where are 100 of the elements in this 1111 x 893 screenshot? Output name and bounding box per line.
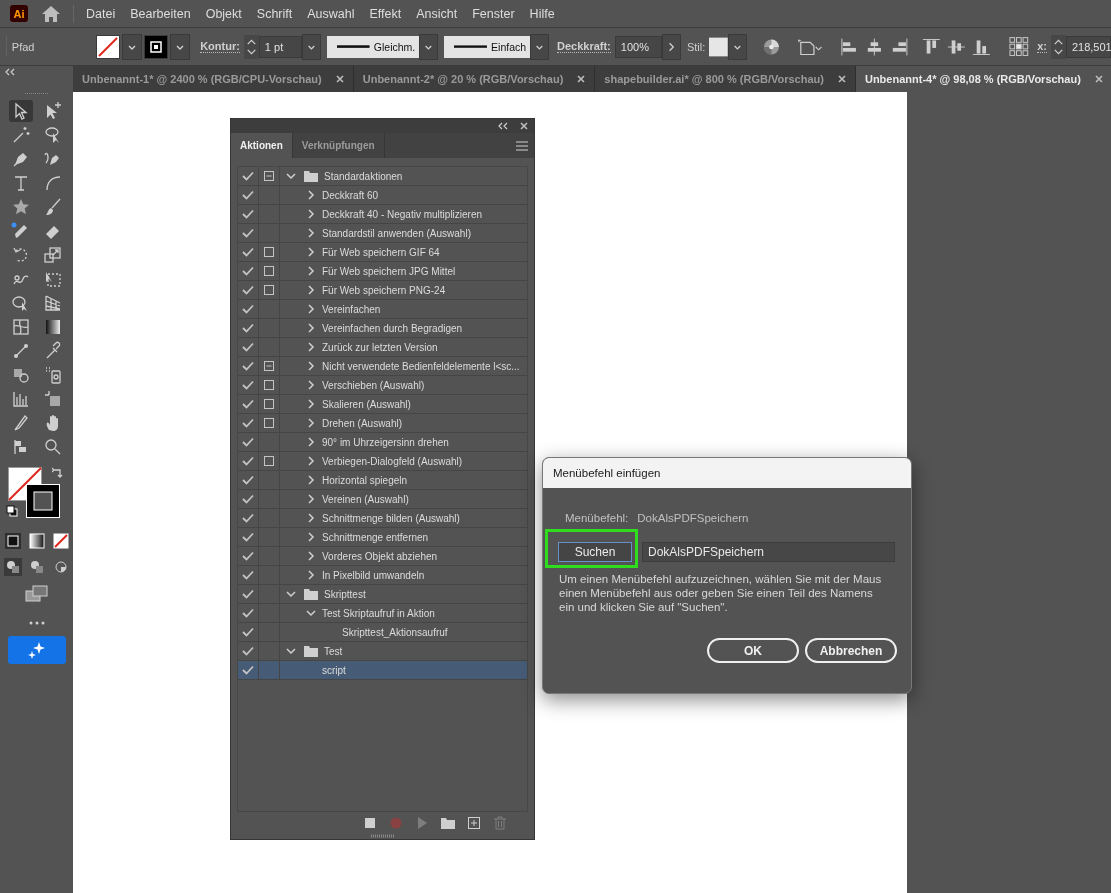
- chevron-right-icon[interactable]: [306, 361, 316, 371]
- folder-icon[interactable]: [441, 816, 455, 830]
- checkmark-icon[interactable]: [242, 532, 254, 542]
- checkmark-icon[interactable]: [242, 437, 254, 447]
- chevron-right-icon[interactable]: [306, 532, 316, 542]
- default-colors-icon[interactable]: [5, 505, 18, 517]
- ok-button[interactable]: OK: [707, 638, 799, 663]
- checkmark-icon[interactable]: [242, 627, 254, 637]
- stop-icon[interactable]: [363, 816, 377, 830]
- search-button[interactable]: Suchen: [558, 542, 632, 562]
- chevron-down-icon[interactable]: [286, 589, 296, 599]
- menu-item[interactable]: Schrift: [256, 6, 293, 21]
- x-label[interactable]: x:: [1037, 40, 1047, 53]
- chevron-right-icon[interactable]: [306, 228, 316, 238]
- action-row[interactable]: Schnittmenge bilden (Auswahl): [238, 509, 527, 528]
- chevron-right-icon[interactable]: [306, 475, 316, 485]
- action-row[interactable]: Für Web speichern JPG Mittel: [238, 262, 527, 281]
- caret-icon[interactable]: [419, 33, 439, 60]
- chevron-right-icon[interactable]: [306, 190, 316, 200]
- checkmark-icon[interactable]: [242, 266, 254, 276]
- action-row[interactable]: Skalieren (Auswahl): [238, 395, 527, 414]
- action-row[interactable]: In Pixelbild umwandeln: [238, 566, 527, 585]
- close-icon[interactable]: [577, 75, 586, 83]
- stroke-swatch[interactable]: [144, 34, 169, 59]
- menu-icon[interactable]: [516, 140, 528, 151]
- checkmark-icon[interactable]: [242, 456, 254, 466]
- checkmark-icon[interactable]: [242, 361, 254, 371]
- chevron-right-icon[interactable]: [306, 437, 316, 447]
- checkmark-icon[interactable]: [242, 399, 254, 409]
- close-icon[interactable]: [520, 122, 528, 130]
- chevron-right-icon[interactable]: [306, 456, 316, 466]
- action-row[interactable]: 90° im Uhrzeigersinn drehen: [238, 433, 527, 452]
- checkmark-icon[interactable]: [242, 209, 254, 219]
- collapse-icon[interactable]: [5, 68, 15, 76]
- home-icon[interactable]: [41, 4, 61, 23]
- checkmark-icon[interactable]: [242, 551, 254, 561]
- close-icon[interactable]: [1094, 75, 1103, 83]
- checkmark-icon[interactable]: [242, 665, 254, 675]
- reference-point-icon[interactable]: [1008, 35, 1030, 58]
- chevron-right-icon[interactable]: [306, 494, 316, 504]
- chevron-right-icon[interactable]: [662, 33, 681, 60]
- color-wheel-icon[interactable]: [762, 37, 780, 56]
- chevron-right-icon[interactable]: [306, 513, 316, 523]
- dialog-toggle-icon[interactable]: [264, 399, 274, 409]
- chevron-right-icon[interactable]: [306, 570, 316, 580]
- action-row[interactable]: Vereinen (Auswahl): [238, 490, 527, 509]
- style-swatch[interactable]: [709, 36, 729, 57]
- action-row[interactable]: Zurück zur letzten Version: [238, 338, 527, 357]
- collapse-icon[interactable]: [498, 122, 508, 130]
- checkmark-icon[interactable]: [242, 418, 254, 428]
- stroke-label[interactable]: Kontur:: [200, 40, 240, 53]
- swap-arrow-icon[interactable]: [51, 467, 64, 479]
- checkmark-icon[interactable]: [242, 285, 254, 295]
- document-tab[interactable]: Unbenannt-4* @ 98,08 % (RGB/Vorschau): [855, 66, 1111, 92]
- more-icon[interactable]: [28, 621, 45, 625]
- dialog-toggle-icon[interactable]: [264, 266, 274, 276]
- menu-item[interactable]: Bearbeiten: [130, 6, 191, 21]
- dialog-toggle-icon[interactable]: [264, 171, 274, 181]
- align-top-icon[interactable]: [922, 36, 942, 57]
- dialog-toggle-icon[interactable]: [264, 361, 274, 371]
- checkmark-icon[interactable]: [242, 513, 254, 523]
- action-row[interactable]: Test Skriptaufruf in Aktion: [238, 604, 527, 623]
- chevron-right-icon[interactable]: [306, 209, 316, 219]
- caret-icon[interactable]: [728, 33, 747, 60]
- resize-grip-icon[interactable]: [370, 834, 395, 838]
- action-row[interactable]: Horizontal spiegeln: [238, 471, 527, 490]
- menu-item[interactable]: Fenster: [472, 6, 515, 21]
- panel-tab[interactable]: Aktionen: [231, 133, 293, 158]
- cancel-button[interactable]: Abbrechen: [805, 638, 897, 663]
- checkmark-icon[interactable]: [242, 342, 254, 352]
- chevron-right-icon[interactable]: [306, 551, 316, 561]
- menu-item[interactable]: Hilfe: [529, 6, 555, 21]
- checkmark-icon[interactable]: [242, 570, 254, 580]
- checkmark-icon[interactable]: [242, 608, 254, 618]
- checkmark-icon[interactable]: [242, 228, 254, 238]
- chevron-right-icon[interactable]: [306, 266, 316, 276]
- checkmark-icon[interactable]: [242, 247, 254, 257]
- gradient-icon[interactable]: [26, 531, 47, 551]
- checkmark-icon[interactable]: [242, 304, 254, 314]
- brush-dropdown[interactable]: Einfach: [444, 35, 531, 58]
- action-row[interactable]: Vereinfachen durch Begradigen: [238, 319, 527, 338]
- stroke-profile-dropdown[interactable]: Gleichm.: [327, 35, 420, 58]
- stroke-weight-field[interactable]: 1 pt: [258, 35, 303, 58]
- action-row[interactable]: Verschieben (Auswahl): [238, 376, 527, 395]
- chevron-right-icon[interactable]: [306, 323, 316, 333]
- opacity-field[interactable]: 100%: [614, 35, 663, 58]
- caret-icon[interactable]: [530, 33, 549, 60]
- action-row[interactable]: script: [238, 661, 527, 680]
- action-row[interactable]: Deckkraft 60: [238, 186, 527, 205]
- dialog-toggle-icon[interactable]: [264, 380, 274, 390]
- checkmark-icon[interactable]: [242, 380, 254, 390]
- chevron-right-icon[interactable]: [306, 399, 316, 409]
- search-field[interactable]: DokAlsPDFSpeichern: [642, 542, 895, 562]
- chevron-right-icon[interactable]: [306, 285, 316, 295]
- draw-normal-icon[interactable]: [2, 557, 23, 577]
- chevron-right-icon[interactable]: [306, 342, 316, 352]
- spinner-icon[interactable]: [243, 34, 259, 59]
- chevron-down-icon[interactable]: [286, 646, 296, 656]
- checkmark-icon[interactable]: [242, 190, 254, 200]
- none-icon[interactable]: [50, 531, 71, 551]
